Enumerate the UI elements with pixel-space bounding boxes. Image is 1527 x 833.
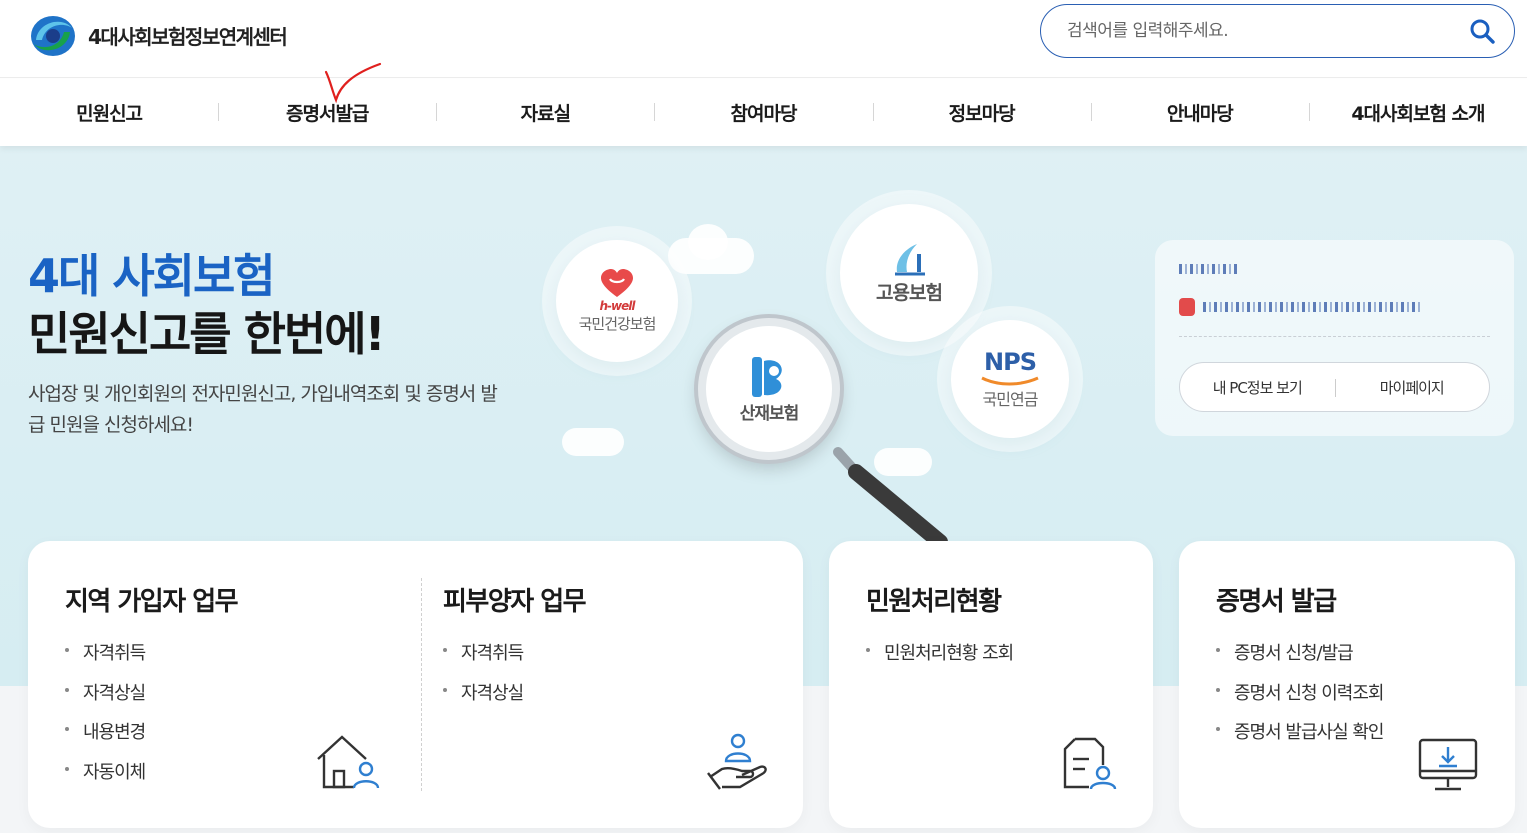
logo-text: 4대사회보험정보연계센터: [88, 24, 288, 49]
search-icon: [1470, 19, 1495, 44]
cloud-decoration: [688, 224, 728, 260]
certificate-card: 증명서 발급 증명서 신청/발급 증명서 신청 이력조회 증명서 발급사실 확인: [1179, 541, 1515, 828]
cloud-decoration: [562, 428, 624, 456]
pension-label: 국민연금: [982, 390, 1039, 409]
site-logo[interactable]: 4대사회보험정보연계센터: [28, 10, 288, 60]
pension-brand: NPS: [984, 348, 1037, 376]
dependent-list: 자격취득 자격상실: [443, 639, 524, 719]
list-item[interactable]: 민원처리현황 조회: [866, 639, 1014, 679]
annotation-checkmark-icon: [324, 62, 382, 104]
regional-card-title: 지역 가입자 업무: [65, 587, 239, 617]
regional-list: 자격취득 자격상실 내용변경 자동이체: [65, 639, 146, 798]
pension-swoosh-icon: [981, 376, 1039, 386]
list-item[interactable]: 내용변경: [65, 718, 146, 758]
list-item[interactable]: 자격상실: [65, 679, 146, 719]
membership-card: 지역 가입자 업무 자격취득 자격상실 내용변경 자동이체 피부양자 업무 자격…: [28, 541, 803, 828]
logo-icon: [31, 16, 75, 56]
mypage-button[interactable]: 마이페이지: [1334, 377, 1490, 398]
industrial-logo-icon: [752, 356, 782, 397]
health-brand: h-well: [599, 298, 636, 313]
list-item[interactable]: 자동이체: [65, 758, 146, 798]
employment-label: 고용보험: [876, 281, 943, 304]
document-user-icon: [1063, 737, 1117, 790]
certificate-list: 증명서 신청/발급 증명서 신청 이력조회 증명서 발급사실 확인: [1216, 639, 1384, 758]
list-item[interactable]: 자격취득: [65, 639, 146, 679]
industrial-label: 산재보험: [739, 403, 800, 424]
user-info-box: 내 PC정보 보기 마이페이지: [1155, 240, 1514, 436]
nav-item-library[interactable]: 자료실: [436, 79, 654, 146]
list-item[interactable]: 증명서 신청/발급: [1216, 639, 1383, 679]
hero-title: 민원신고를 한번에!: [28, 307, 386, 361]
hero-description: 사업장 및 개인회원의 전자민원신고, 가입내역조회 및 증명서 발급 민원을 …: [28, 383, 498, 436]
health-insurance-circle[interactable]: h-well 국민건강보험: [556, 240, 678, 362]
nav-item-complaint[interactable]: 민원신고: [0, 79, 218, 146]
hand-user-icon: [707, 733, 767, 790]
my-pc-info-button[interactable]: 내 PC정보 보기: [1180, 377, 1335, 398]
search-box: [1040, 4, 1515, 58]
employment-logo-icon: [895, 243, 925, 275]
user-message-blurred: [1203, 302, 1423, 312]
magnifier-handle-icon: [833, 447, 948, 546]
info-button-group: 내 PC정보 보기 마이페이지: [1179, 362, 1490, 412]
main-nav: 민원신고 증명서발급 자료실 참여마당 정보마당 안내마당 4대사회보험 소개: [0, 79, 1527, 146]
alert-badge: [1179, 298, 1195, 316]
card-divider: [421, 578, 422, 791]
dependent-card-title: 피부양자 업무: [443, 587, 587, 617]
user-name-blurred: [1179, 264, 1237, 274]
list-item[interactable]: 자격상실: [443, 679, 524, 719]
list-item[interactable]: 자격취득: [443, 639, 524, 679]
monitor-download-icon: [1418, 738, 1478, 791]
list-item[interactable]: 증명서 신청 이력조회: [1216, 679, 1384, 719]
list-item[interactable]: 증명서 발급사실 확인: [1216, 718, 1384, 758]
status-list: 민원처리현황 조회: [866, 639, 1014, 679]
nav-item-participation[interactable]: 참여마당: [654, 79, 872, 146]
nav-item-information[interactable]: 정보마당: [872, 79, 1091, 146]
hero-title-highlight: 4대 사회보험: [28, 249, 276, 303]
status-card: 민원처리현황 민원처리현황 조회: [829, 541, 1153, 828]
nav-item-about[interactable]: 4대사회보험 소개: [1308, 79, 1527, 146]
site-header: 4대사회보험정보연계센터: [0, 0, 1527, 78]
status-card-title: 민원처리현황: [866, 587, 1002, 617]
info-divider: [1179, 336, 1490, 337]
health-label: 국민건강보험: [578, 314, 657, 333]
nav-item-guide[interactable]: 안내마당: [1090, 79, 1309, 146]
heart-icon: [601, 268, 633, 297]
search-input[interactable]: [1067, 21, 1468, 41]
pension-circle[interactable]: NPS 국민연금: [951, 320, 1069, 438]
employment-insurance-circle[interactable]: 고용보험: [840, 204, 978, 342]
certificate-card-title: 증명서 발급: [1216, 587, 1337, 617]
industrial-insurance-circle[interactable]: 산재보험: [698, 318, 840, 460]
house-user-icon: [317, 735, 380, 789]
search-button[interactable]: [1468, 17, 1496, 45]
